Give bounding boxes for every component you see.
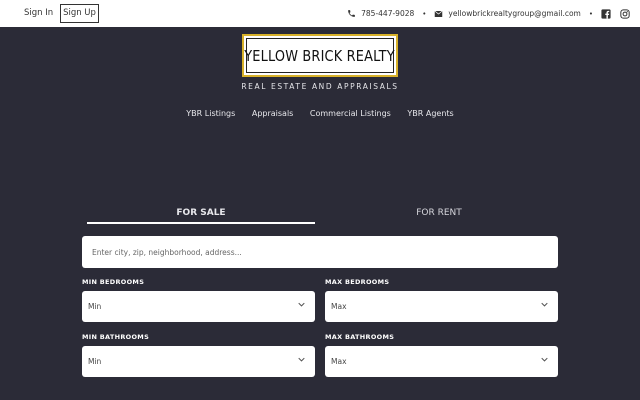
contact-bar: 785-447-9028 • yellowbrickrealtygroup@gm… [347,7,630,20]
min-bathrooms-label: MIN BATHROOMS [82,333,150,341]
max-bedrooms-value: Max [331,302,347,311]
tagline: REAL ESTATE AND APPRAISALS [241,82,399,91]
chevron-down-icon [298,302,305,307]
logo-text: YELLOW BRICK REALTY [244,46,396,65]
min-bathrooms-select[interactable]: Min [82,346,315,377]
phone-icon [347,9,356,18]
search-input[interactable] [82,236,558,268]
facebook-icon[interactable] [601,8,611,19]
min-bedrooms-select[interactable]: Min [82,291,315,322]
tab-for-rent[interactable]: FOR RENT [325,208,553,218]
min-bedrooms-value: Min [88,302,102,311]
main-nav: YBR Listings Appraisals Commercial Listi… [0,109,640,118]
max-bathrooms-select[interactable]: Max [325,346,558,377]
tab-for-sale[interactable]: FOR SALE [87,208,315,218]
logo-frame: YELLOW BRICK REALTY [244,38,396,73]
nav-item-ybr-listings[interactable]: YBR Listings [186,109,235,118]
separator-dot: • [588,9,593,18]
max-bedrooms-select[interactable]: Max [325,291,558,322]
chevron-down-icon [298,357,305,362]
max-bathrooms-label: MAX BATHROOMS [325,333,395,341]
max-bathrooms-value: Max [331,357,347,366]
min-bathrooms-value: Min [88,357,102,366]
phone-link[interactable]: 785-447-9028 [361,9,414,18]
chevron-down-icon [541,302,548,307]
nav-item-appraisals[interactable]: Appraisals [252,109,294,118]
instagram-icon[interactable] [620,8,630,19]
logo[interactable]: YELLOW BRICK REALTY [242,34,398,77]
email-link[interactable]: yellowbrickrealtygroup@gmail.com [448,9,580,18]
min-bedrooms-label: MIN BEDROOMS [82,278,145,286]
active-tab-indicator [87,222,315,224]
envelope-icon [434,10,443,18]
top-bar: Sign In Sign Up 785-447-9028 • yellowbri… [0,0,640,27]
chevron-down-icon [541,357,548,362]
separator-dot: • [422,9,427,18]
nav-item-ybr-agents[interactable]: YBR Agents [407,109,453,118]
nav-item-commercial-listings[interactable]: Commercial Listings [310,109,391,118]
sign-in-link[interactable]: Sign In [24,8,53,18]
sign-up-button[interactable]: Sign Up [60,4,99,23]
max-bedrooms-label: MAX BEDROOMS [325,278,390,286]
